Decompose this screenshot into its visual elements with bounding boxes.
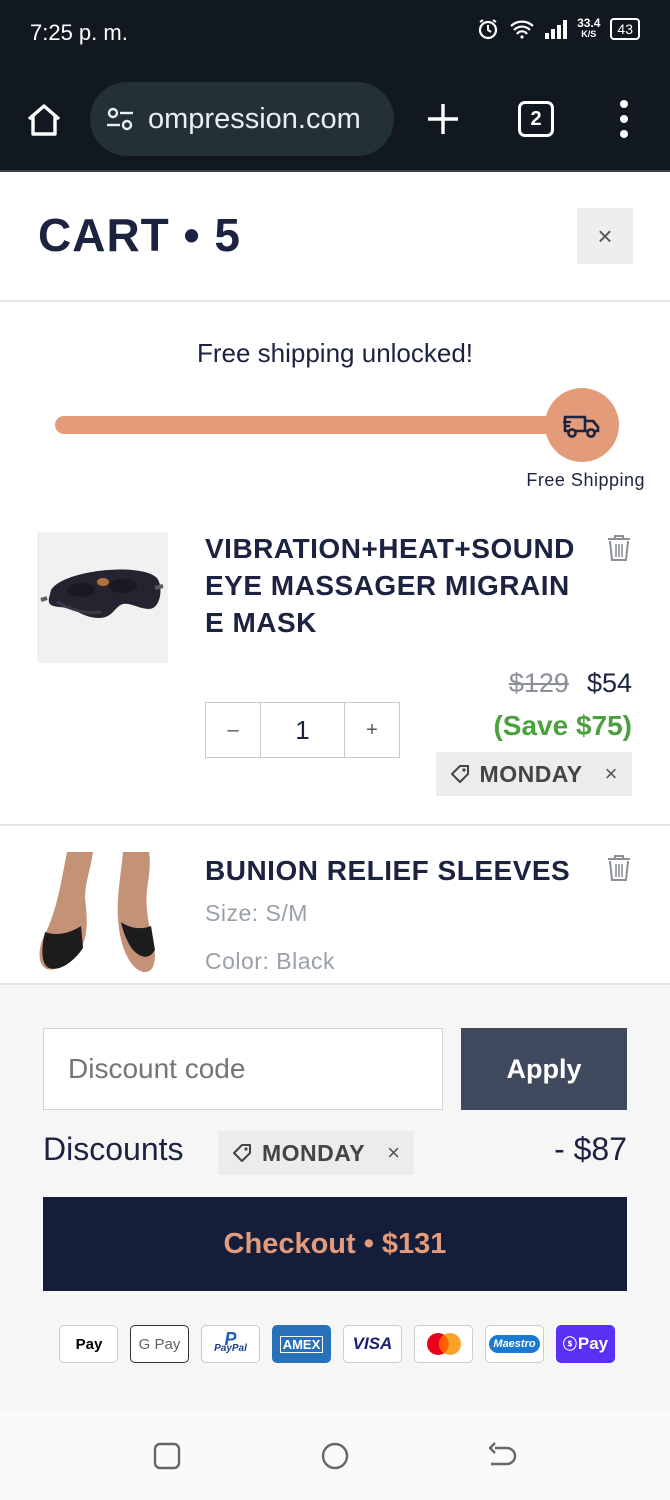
cart-footer: Apply Discounts MONDAY × - $87 Checkout …: [0, 983, 670, 1411]
recent-apps-icon[interactable]: [152, 1441, 182, 1471]
apply-discount-button[interactable]: Apply: [461, 1028, 627, 1110]
increase-quantity-button[interactable]: +: [345, 703, 399, 757]
shop-pay-icon: ⓢ Pay: [556, 1325, 615, 1363]
cart-item: BUNION RELIEF SLEEVES Size: S/M Color: B…: [0, 828, 670, 983]
free-shipping-label: Free Shipping: [526, 470, 645, 490]
bunion-sleeve-image: [39, 852, 155, 973]
sale-price: $54: [586, 668, 632, 698]
home-icon[interactable]: [24, 100, 64, 140]
status-icons: 33.4 K/S 43: [477, 16, 640, 40]
product-title[interactable]: VIBRATION+HEAT+SOUND EYE MASSAGER MIGRAI…: [205, 530, 585, 641]
battery-indicator: 43: [610, 18, 640, 40]
item-discount-tag: MONDAY ×: [435, 752, 632, 796]
remove-discount-button[interactable]: ×: [605, 761, 618, 787]
product-title[interactable]: BUNION RELIEF SLEEVES: [205, 852, 585, 889]
product-image[interactable]: [37, 532, 168, 663]
trash-icon[interactable]: [606, 534, 632, 562]
browser-toolbar: ompression.com 2: [0, 70, 670, 172]
product-image[interactable]: [37, 852, 168, 983]
discount-code-label: MONDAY: [479, 760, 583, 787]
product-size: Size: S/M: [205, 900, 308, 926]
mastercard-circles: [426, 1333, 461, 1355]
payment-methods: Pay G Pay P PayPal AMEX VISA Maestro ⓢ Pay: [59, 1325, 615, 1363]
address-bar[interactable]: ompression.com: [90, 82, 394, 156]
mastercard-icon: [414, 1325, 473, 1363]
discounts-label: Discounts: [43, 1131, 184, 1167]
paypal-icon: P PayPal: [201, 1325, 260, 1363]
network-speed: 33.4 K/S: [577, 16, 601, 39]
price-row: $129 $54: [509, 668, 632, 699]
discount-code-input[interactable]: [43, 1028, 443, 1110]
tab-switcher-button[interactable]: 2: [518, 101, 554, 137]
more-options-icon[interactable]: [616, 98, 632, 140]
new-tab-icon[interactable]: [424, 100, 462, 138]
applied-discount-tag: MONDAY ×: [218, 1131, 415, 1175]
decrease-quantity-button[interactable]: –: [206, 703, 260, 757]
status-bar: 7:25 p. m. 33.4 K/S 43: [0, 0, 670, 70]
status-time: 7:25 p. m.: [30, 20, 128, 45]
product-color: Color: Black: [205, 948, 335, 974]
close-cart-button[interactable]: ×: [577, 208, 633, 264]
tag-icon: [233, 1144, 251, 1162]
back-icon[interactable]: [487, 1441, 517, 1471]
google-pay-icon: G Pay: [130, 1325, 189, 1363]
original-price: $129: [508, 668, 569, 698]
quantity-input[interactable]: 1: [260, 703, 345, 757]
tag-icon: [450, 765, 469, 783]
wifi-icon: [510, 20, 534, 39]
shipping-progress-bar: [55, 416, 595, 434]
signal-icon: [545, 19, 568, 39]
home-nav-icon[interactable]: [320, 1441, 350, 1471]
quantity-stepper: – 1 +: [205, 702, 400, 758]
url-text: ompression.com: [148, 102, 361, 135]
truck-icon: [563, 415, 600, 438]
maestro-icon: Maestro: [485, 1325, 544, 1363]
checkout-button[interactable]: Checkout • $131: [43, 1197, 627, 1291]
discount-amount: - $87: [554, 1131, 627, 1167]
cart-title: CART • 5: [38, 209, 242, 261]
alarm-icon: [478, 19, 498, 40]
visa-icon: VISA: [343, 1325, 402, 1363]
cart-item: VIBRATION+HEAT+SOUND EYE MASSAGER MIGRAI…: [0, 508, 670, 826]
remove-discount-button[interactable]: ×: [387, 1140, 400, 1166]
free-shipping-message: Free shipping unlocked!: [196, 338, 474, 368]
site-settings-icon[interactable]: [104, 103, 136, 135]
cart-header: CART • 5 ×: [0, 172, 670, 302]
discount-code-label: MONDAY: [262, 1139, 366, 1166]
savings-text: (Save $75): [493, 710, 632, 741]
shipping-truck-badge: [545, 388, 619, 462]
android-nav-bar: [0, 1411, 670, 1500]
amex-icon: AMEX: [272, 1325, 331, 1363]
trash-icon[interactable]: [606, 854, 632, 882]
eye-mask-image: [40, 569, 164, 618]
apple-pay-icon: Pay: [59, 1325, 118, 1363]
